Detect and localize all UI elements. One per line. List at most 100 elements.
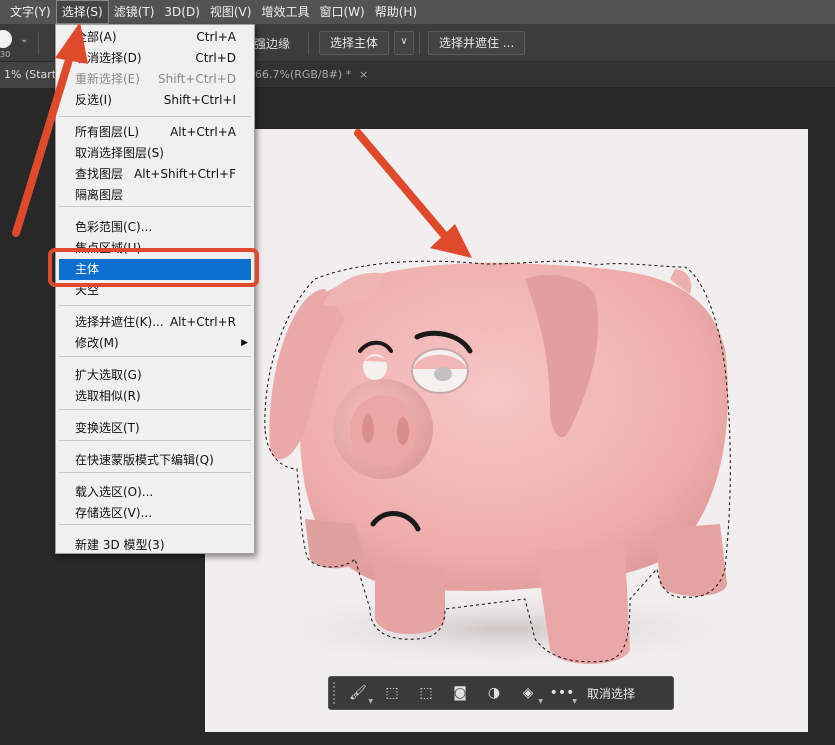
contextual-task-bar: 🖌 ▼ ⬚ ⬚ ◙ ◑ ◈ ▼ ••• ▼ 取消选择: [328, 676, 674, 710]
refine-edge-label[interactable]: 强边缘: [254, 35, 290, 52]
menu-bar: 文字(Y) 选择(S) 滤镜(T) 3D(D) 视图(V) 增效工具 窗口(W) 帮助(H): [0, 0, 835, 24]
dropdown-item-14[interactable]: 扩大选取(G): [56, 365, 254, 386]
more-icon-glyph: •••: [549, 685, 575, 701]
submenu-arrow-icon: ▶: [241, 338, 248, 348]
dropdown-item-label: 存储选区(V)...: [75, 506, 153, 520]
dropdown-item-15[interactable]: 选取相似(R): [56, 386, 254, 407]
select-subject-icon[interactable]: ⬚: [377, 678, 407, 708]
dropdown-item-7[interactable]: 隔离图层: [56, 185, 254, 206]
dropdown-item-label: 取消选择图层(S): [75, 146, 164, 160]
brush-refine-icon[interactable]: 🖌 ▼: [343, 678, 373, 708]
menu-separator: [59, 409, 251, 410]
menu-7[interactable]: 帮助(H): [370, 0, 422, 24]
close-icon[interactable]: ×: [359, 68, 368, 81]
shortcut-label: Shift+Ctrl+I: [163, 93, 236, 107]
dropdown-item-0[interactable]: 全部(A) Ctrl+A: [56, 27, 254, 48]
tab-label: 66.7%(RGB/8#) *: [255, 68, 352, 81]
shortcut-label: Shift+Ctrl+D: [158, 72, 236, 86]
dropdown-item-5[interactable]: 取消选择图层(S): [56, 143, 254, 164]
dropdown-item-label: 查找图层: [75, 167, 124, 181]
dropdown-item-6[interactable]: 查找图层 Alt+Shift+Ctrl+F: [56, 164, 254, 185]
dropdown-item-label: 隔离图层: [75, 188, 124, 202]
dropdown-triangle-icon: ▼: [368, 698, 373, 705]
menu-3[interactable]: 3D(D): [159, 0, 204, 24]
drag-handle[interactable]: [333, 682, 339, 704]
dropdown-item-label: 反选(I): [75, 93, 112, 107]
menu-1[interactable]: 选择(S): [55, 0, 109, 24]
chevron-down-icon[interactable]: ⌄: [20, 34, 28, 45]
toolbar-divider: [419, 32, 420, 54]
tab-label: 1% (Start/: [4, 68, 56, 81]
menu-5[interactable]: 增效工具: [256, 0, 314, 24]
menu-separator: [59, 472, 251, 473]
dropdown-item-label: 载入选区(O)...: [75, 485, 154, 499]
fill-icon-glyph: ◈: [522, 685, 534, 701]
dropdown-item-label: 扩大选取(G): [75, 368, 142, 382]
invert-icon-glyph: ◑: [487, 685, 501, 701]
brush-preview[interactable]: [0, 30, 12, 48]
dropdown-item-label: 色彩范围(C)...: [75, 220, 153, 234]
dropdown-item-label: 变换选区(T): [75, 421, 140, 435]
document-tab[interactable]: 1% (Start/: [0, 62, 56, 88]
menu-6[interactable]: 窗口(W): [314, 0, 369, 24]
toolbar-divider: [38, 32, 39, 54]
dropdown-item-17[interactable]: 在快速蒙版模式下编辑(Q): [56, 450, 254, 471]
menu-separator: [59, 305, 251, 306]
dropdown-triangle-icon: ▼: [572, 698, 577, 705]
dropdown-item-2: 重新选择(E) Shift+Ctrl+D: [56, 69, 254, 90]
more-icon[interactable]: ••• ▼: [547, 678, 577, 708]
mask-icon[interactable]: ◙: [445, 678, 475, 708]
dropdown-item-3[interactable]: 反选(I) Shift+Ctrl+I: [56, 90, 254, 111]
dropdown-item-label: 选取相似(R): [75, 389, 141, 403]
menu-separator: [59, 440, 251, 441]
dropdown-item-label: 修改(M): [75, 336, 119, 350]
select-and-mask-button[interactable]: 选择并遮住 ...: [428, 31, 526, 55]
dropdown-item-label: 重新选择(E): [75, 72, 140, 86]
shortcut-label: Ctrl+A: [196, 30, 236, 44]
document-tab-active[interactable]: 66.7%(RGB/8#) * ×: [255, 62, 368, 88]
menu-0[interactable]: 文字(Y): [0, 0, 56, 24]
menu-separator: [59, 206, 251, 207]
dropdown-item-4[interactable]: 所有图层(L) Alt+Ctrl+A: [56, 122, 254, 143]
dropdown-item-13[interactable]: 修改(M) ▶: [56, 333, 254, 354]
chevron-down-icon[interactable]: ∨: [394, 31, 414, 55]
toolbar-divider: [308, 32, 309, 54]
fill-icon[interactable]: ◈ ▼: [513, 678, 543, 708]
invert-icon[interactable]: ◑: [479, 678, 509, 708]
shortcut-label: Alt+Ctrl+R: [169, 315, 236, 329]
menu-separator: [59, 116, 251, 117]
dropdown-item-20[interactable]: 新建 3D 模型(3): [56, 535, 254, 556]
dropdown-item-1[interactable]: 取消选择(D) Ctrl+D: [56, 48, 254, 69]
menu-separator: [59, 356, 251, 357]
dropdown-item-16[interactable]: 变换选区(T): [56, 418, 254, 439]
select-subject-icon-glyph: ⬚: [385, 685, 399, 701]
transform-selection-icon[interactable]: ⬚: [411, 678, 441, 708]
select-subject-button[interactable]: 选择主体: [319, 31, 390, 55]
shortcut-label: Ctrl+D: [195, 51, 236, 65]
annotation-highlight-box: [48, 248, 259, 287]
menu-4[interactable]: 视图(V): [205, 0, 257, 24]
dropdown-item-19[interactable]: 存储选区(V)...: [56, 503, 254, 524]
dropdown-item-label: 选择并遮住(K)...: [75, 315, 164, 329]
brush-size-label: 30: [0, 50, 11, 59]
dropdown-item-label: 所有图层(L): [75, 125, 140, 139]
dropdown-item-12[interactable]: 选择并遮住(K)... Alt+Ctrl+R: [56, 312, 254, 333]
dropdown-triangle-icon: ▼: [538, 698, 543, 705]
deselect-button[interactable]: 取消选择: [587, 685, 635, 702]
dropdown-item-label: 新建 3D 模型(3): [75, 538, 165, 552]
select-menu-dropdown: 全部(A) Ctrl+A 取消选择(D) Ctrl+D 重新选择(E) Shift+Ctr…: [55, 24, 255, 554]
brush-refine-icon-glyph: 🖌: [349, 685, 367, 701]
menu-separator: [59, 524, 251, 525]
menu-2[interactable]: 滤镜(T): [109, 0, 160, 24]
dropdown-item-18[interactable]: 载入选区(O)...: [56, 482, 254, 503]
pig-plush-image: [235, 260, 775, 669]
dropdown-item-label: 全部(A): [75, 30, 117, 44]
dropdown-item-label: 在快速蒙版模式下编辑(Q): [75, 453, 214, 467]
shortcut-label: Alt+Ctrl+A: [170, 125, 236, 139]
transform-selection-icon-glyph: ⬚: [419, 685, 433, 701]
canvas-image[interactable]: [205, 129, 808, 732]
dropdown-item-label: 取消选择(D): [75, 51, 142, 65]
mask-icon-glyph: ◙: [453, 685, 467, 701]
dropdown-item-8[interactable]: 色彩范围(C)...: [56, 217, 254, 238]
shortcut-label: Alt+Shift+Ctrl+F: [134, 167, 236, 181]
